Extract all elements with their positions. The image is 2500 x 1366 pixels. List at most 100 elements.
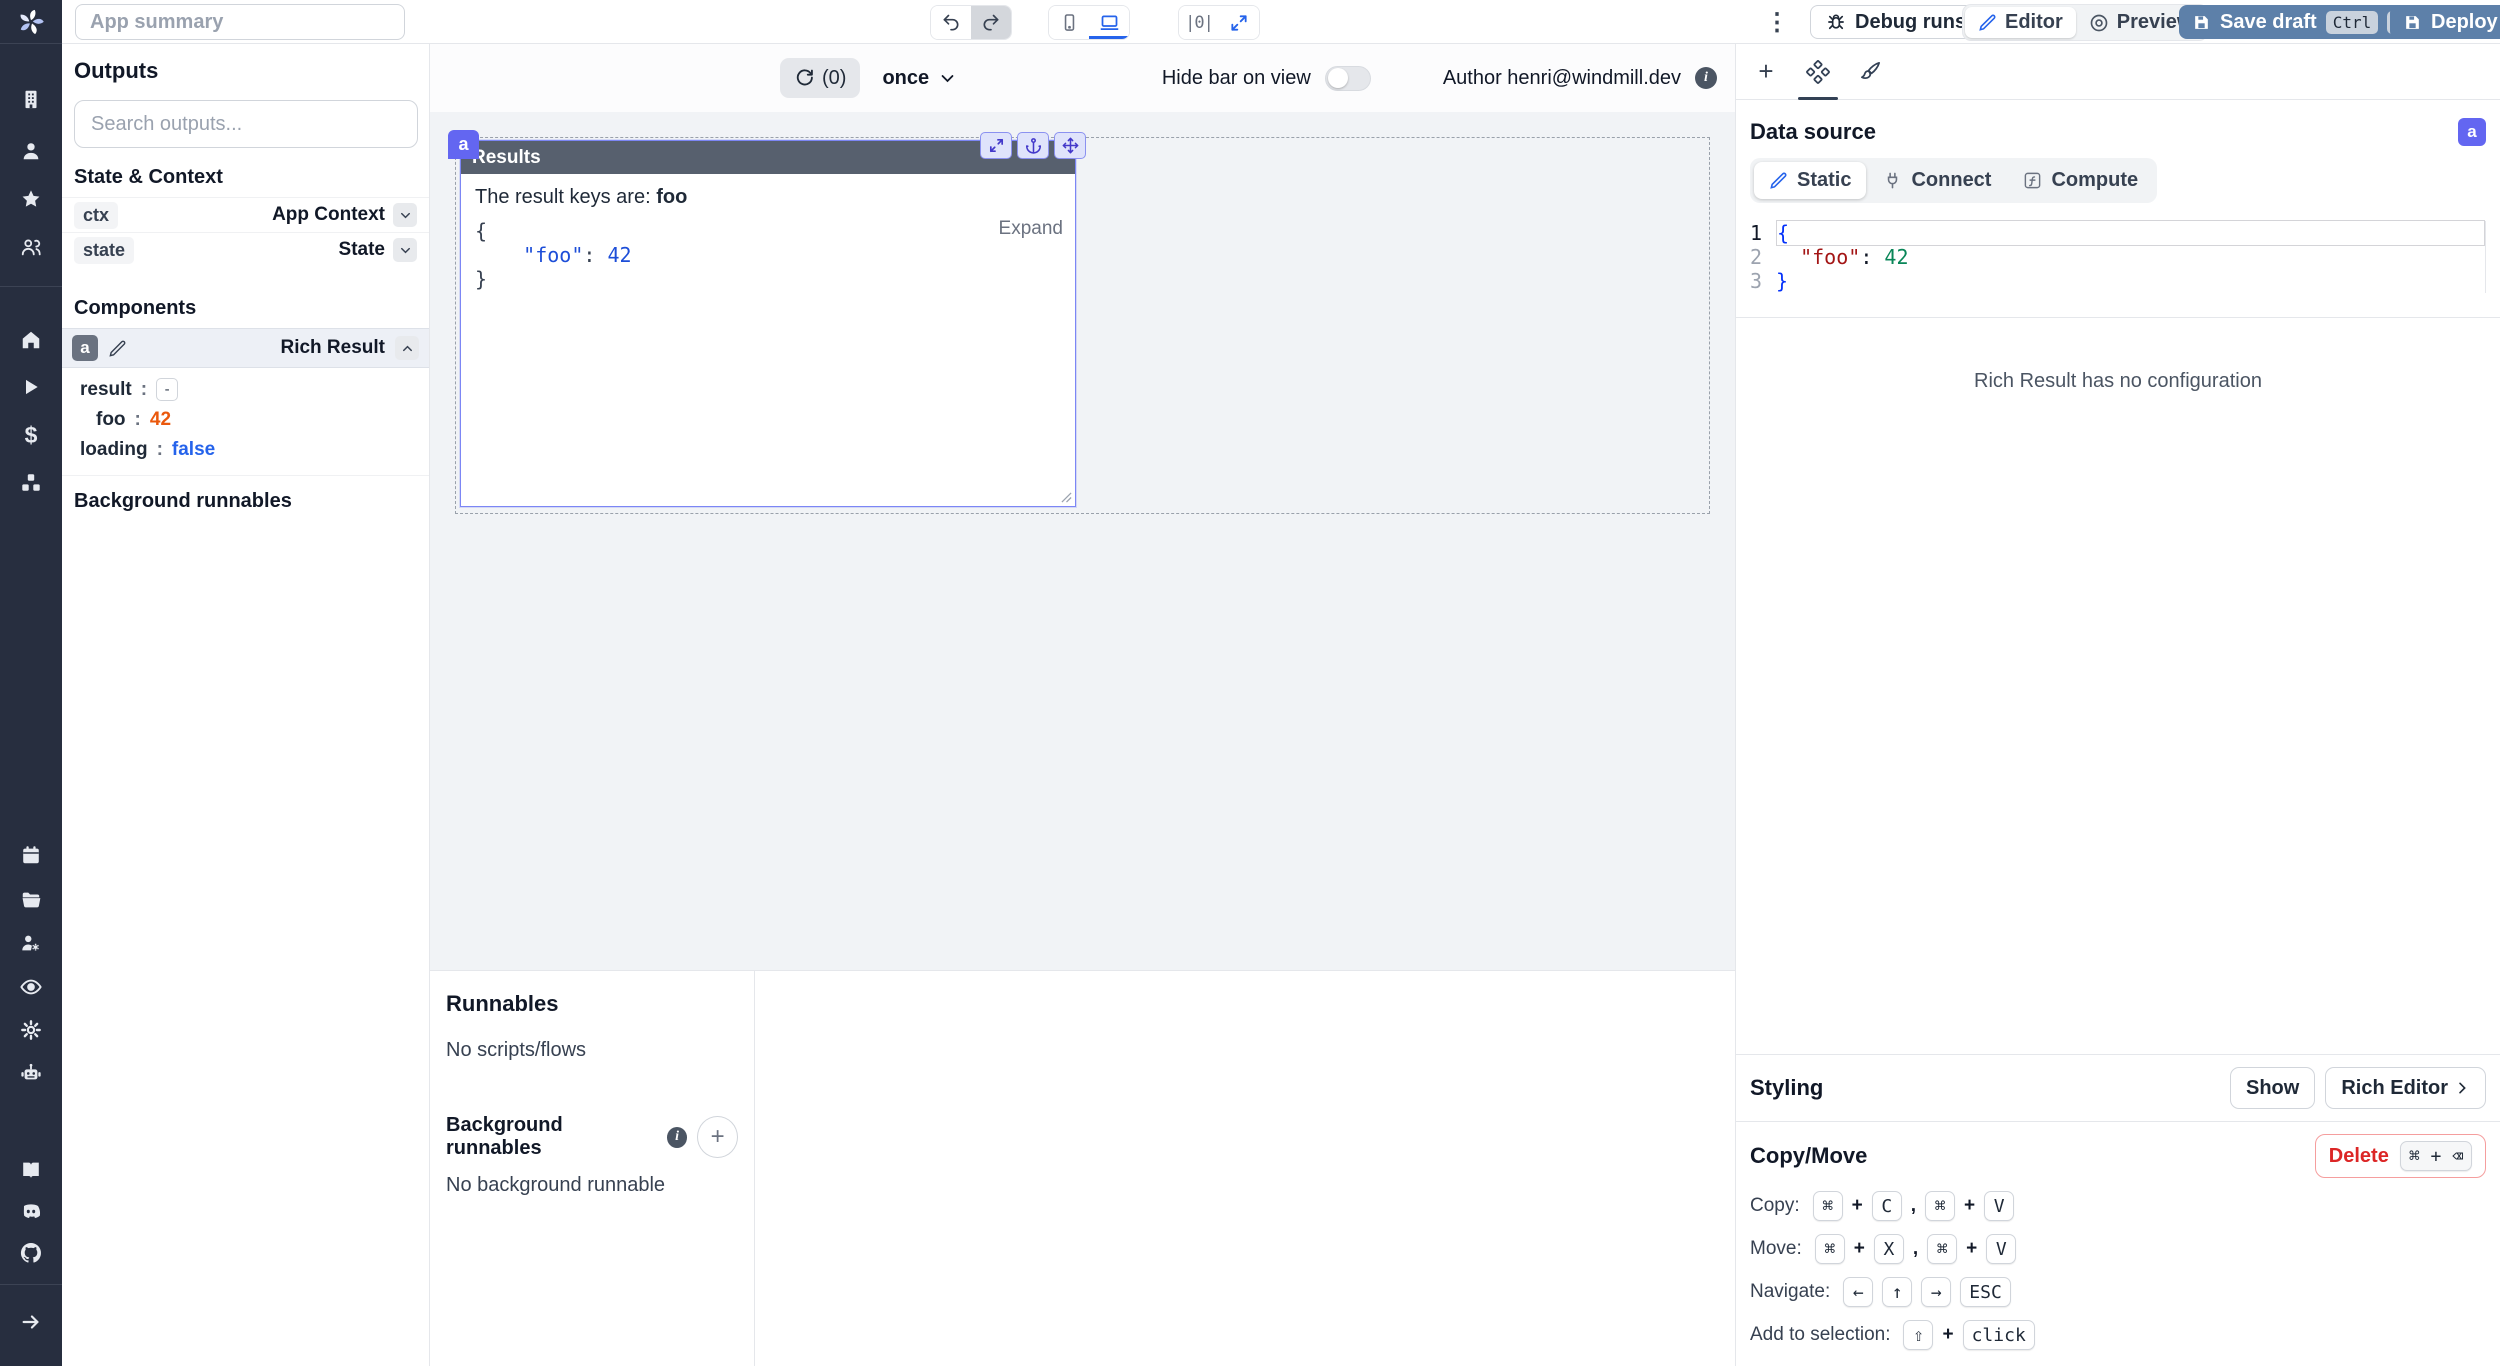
component-expand-button[interactable]: [980, 132, 1012, 159]
shortcut-row-copy: Copy: ⌘ + C , ⌘ + V: [1750, 1191, 2486, 1221]
delete-component-button[interactable]: Delete ⌘ + ⌫: [2315, 1134, 2486, 1178]
runs-play-icon[interactable]: [19, 375, 43, 399]
schedules-calendar-icon[interactable]: [19, 843, 43, 867]
add-background-runnable-button[interactable]: +: [697, 1116, 738, 1158]
data-source-title: Data source: [1750, 119, 1876, 145]
refresh-button[interactable]: (0): [780, 58, 860, 98]
rich-result-component[interactable]: Results The result keys are: foo Expand …: [460, 140, 1076, 507]
tab-editor[interactable]: Editor: [1965, 7, 2076, 38]
tree-key-loading: loading: [80, 439, 148, 461]
section-divider: [1736, 317, 2500, 318]
json-line-foo: "foo": 42: [475, 243, 1026, 267]
ctx-type-label: App Context: [272, 204, 385, 226]
code-line-3: 3 }: [1742, 269, 2485, 293]
background-runnables-title: Background runnables: [62, 476, 429, 513]
mobile-view-button[interactable]: [1049, 6, 1089, 39]
plus-icon: +: [1758, 56, 1773, 87]
collapse-result-button[interactable]: -: [156, 378, 178, 401]
background-runnables-info-icon[interactable]: i: [667, 1127, 687, 1148]
static-json-editor[interactable]: 1 { 2 "foo": 42 3 }: [1742, 221, 2486, 293]
undo-button[interactable]: [931, 6, 971, 39]
json-key: "foo": [523, 243, 583, 267]
styling-show-button[interactable]: Show: [2230, 1067, 2315, 1109]
component-a-header[interactable]: a Rich Result: [62, 328, 429, 368]
variables-dollar-icon[interactable]: $: [19, 423, 43, 447]
tab-styling-brush[interactable]: [1844, 44, 1896, 99]
chevron-down-icon: [398, 208, 413, 223]
tree-key-result: result: [80, 379, 132, 401]
topbar: |0| ⋮ Debug runs Editor Preview: [62, 0, 2500, 44]
author-info-icon[interactable]: i: [1695, 67, 1717, 89]
toggle-knob: [1328, 68, 1348, 88]
resize-handle[interactable]: [1061, 492, 1072, 503]
component-output-tree: result : - foo : 42 loading : false: [62, 368, 429, 476]
component-move-button[interactable]: [1054, 132, 1086, 159]
schedule-dropdown[interactable]: once: [882, 67, 956, 90]
state-expand-button[interactable]: [393, 238, 417, 262]
component-collapse-button[interactable]: [395, 336, 419, 360]
search-outputs-input[interactable]: [74, 100, 418, 148]
windmill-logo[interactable]: [0, 0, 62, 44]
kbd-cmd: ⌘: [1813, 1191, 1843, 1221]
windmill-app-editor: $: [0, 0, 2500, 1366]
workspace-building-icon[interactable]: [19, 87, 43, 111]
app-summary-input[interactable]: [75, 4, 405, 40]
background-runnables-empty-label: No background runnable: [446, 1174, 738, 1197]
folders-icon[interactable]: [19, 888, 43, 912]
expand-sidebar-arrow-icon[interactable]: [19, 1310, 43, 1334]
styling-title: Styling: [1750, 1075, 1823, 1101]
tree-row-loading: loading : false: [62, 435, 429, 465]
ctx-expand-button[interactable]: [393, 203, 417, 227]
component-a-canvas-badge[interactable]: a: [448, 130, 479, 159]
tab-static[interactable]: Static: [1754, 162, 1866, 199]
ai-robot-icon[interactable]: [19, 1061, 43, 1085]
json-value: 42: [607, 243, 631, 267]
audit-eye-icon[interactable]: [19, 975, 43, 999]
result-keys-key: foo: [656, 186, 687, 208]
discord-icon[interactable]: [19, 1199, 43, 1223]
resources-cubes-icon[interactable]: [19, 471, 43, 495]
save-draft-button[interactable]: Save draft CtrlS: [2179, 5, 2424, 39]
settings-gear-icon[interactable]: [19, 1018, 43, 1042]
home-icon[interactable]: [19, 328, 43, 352]
app-canvas[interactable]: a Results: [430, 112, 1735, 970]
star-icon[interactable]: [19, 187, 43, 211]
laptop-icon: [1099, 12, 1120, 33]
more-menu-kebab[interactable]: ⋮: [1762, 6, 1792, 38]
chevron-up-icon: [400, 341, 415, 356]
json-key-token: "foo": [1800, 245, 1860, 269]
state-row[interactable]: state State: [62, 232, 429, 267]
rich-editor-label: Rich Editor: [2341, 1077, 2448, 1100]
ctx-row[interactable]: ctx App Context: [62, 197, 429, 232]
debug-runs-button[interactable]: Debug runs: [1810, 5, 1982, 39]
runnables-title: Runnables: [446, 991, 738, 1017]
docs-book-icon[interactable]: [19, 1158, 43, 1182]
deploy-button[interactable]: Deploy: [2390, 5, 2500, 39]
hide-bar-label: Hide bar on view: [1162, 67, 1311, 90]
hide-bar-toggle[interactable]: [1325, 66, 1371, 91]
tab-insert-component[interactable]: +: [1740, 44, 1792, 99]
move-arrows-icon: [1062, 137, 1079, 154]
center-content-button[interactable]: |0|: [1179, 6, 1219, 39]
save-draft-label: Save draft: [2220, 11, 2317, 34]
user-group-icon[interactable]: [19, 235, 43, 259]
shortcut-row-add-selection: Add to selection: ⇧ + click: [1750, 1320, 2486, 1350]
redo-button[interactable]: [971, 6, 1011, 39]
edit-pencil-icon[interactable]: [108, 339, 127, 358]
tree-key-foo: foo: [96, 409, 126, 431]
expand-link[interactable]: Expand: [999, 218, 1063, 240]
user-icon[interactable]: [19, 139, 43, 163]
tab-component-settings[interactable]: [1792, 44, 1844, 99]
groups-user-cog-icon[interactable]: [19, 931, 43, 955]
github-icon[interactable]: [19, 1241, 43, 1265]
component-anchor-button[interactable]: [1017, 132, 1049, 159]
tab-compute[interactable]: Compute: [2008, 162, 2153, 199]
tab-connect[interactable]: Connect: [1868, 162, 2006, 199]
save-icon: [2192, 13, 2211, 32]
rich-editor-button[interactable]: Rich Editor: [2325, 1067, 2486, 1109]
desktop-view-button[interactable]: [1089, 6, 1129, 39]
kbd-esc: ESC: [1960, 1277, 2011, 1307]
redo-icon: [981, 13, 1001, 33]
copy-move-title: Copy/Move: [1750, 1143, 1867, 1169]
fullwidth-button[interactable]: [1219, 6, 1259, 39]
